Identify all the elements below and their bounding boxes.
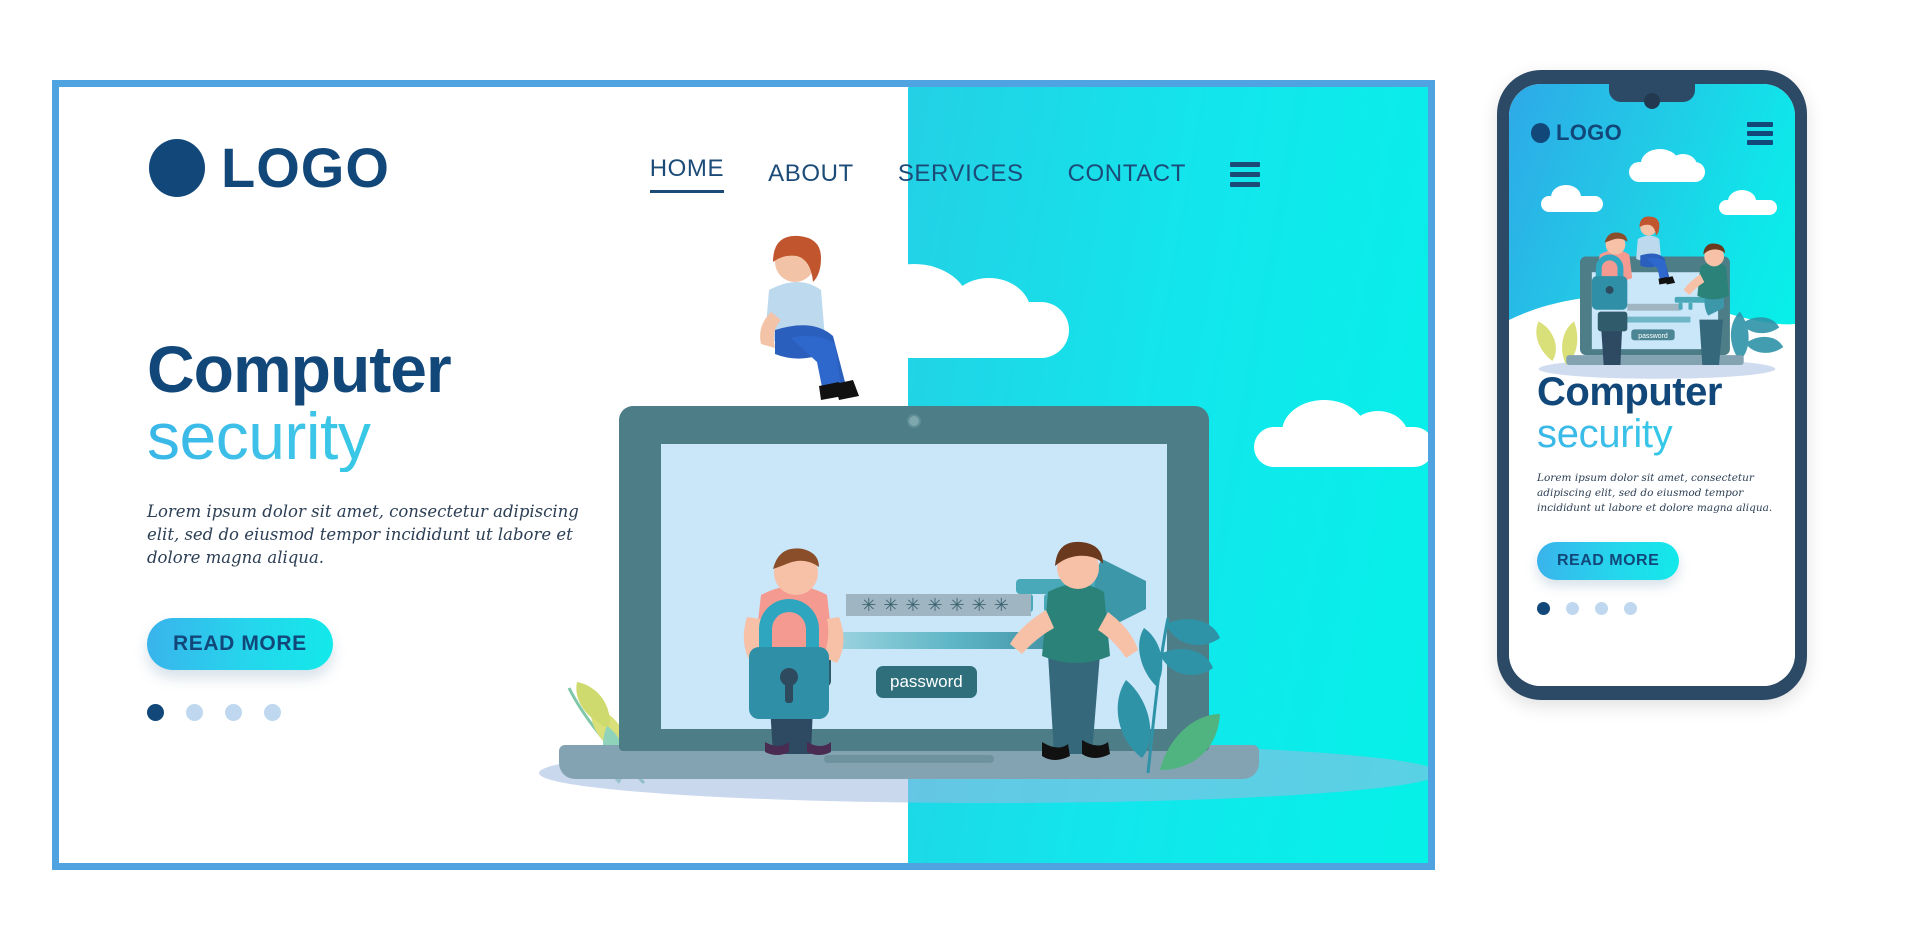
mobile-hamburger-icon[interactable] — [1747, 122, 1773, 145]
mobile-hero-paragraph: Lorem ipsum dolor sit amet, consectetur … — [1537, 471, 1773, 515]
mobile-carousel-dots — [1537, 602, 1777, 616]
hero-title-line1: Computer — [147, 332, 452, 406]
logo-circle-icon — [149, 138, 205, 197]
mobile-carousel-dot-3[interactable] — [1595, 602, 1608, 616]
hero-title-line2: security — [147, 401, 587, 472]
carousel-dots — [147, 703, 587, 721]
hero-section: Computer security Lorem ipsum dolor sit … — [147, 332, 587, 721]
carousel-dot-2[interactable] — [186, 703, 203, 721]
landing-page-mockup: ✳✳✳✳✳✳✳ password LOGO HOME ABOUT SERVICE… — [0, 0, 1920, 928]
carousel-dot-1[interactable] — [147, 703, 164, 721]
nav-item-about[interactable]: ABOUT — [768, 160, 854, 188]
main-navigation: HOME ABOUT SERVICES CONTACT — [649, 155, 1260, 193]
logo-label: LOGO — [221, 136, 390, 199]
read-more-button[interactable]: READ MORE — [147, 617, 333, 670]
desktop-mockup-frame: ✳✳✳✳✳✳✳ password LOGO HOME ABOUT SERVICE… — [52, 80, 1435, 870]
man-with-padlock-figure — [743, 548, 844, 755]
woman-sitting-figure — [760, 235, 859, 400]
nav-item-home[interactable]: HOME — [649, 155, 725, 193]
mobile-read-more-button[interactable]: READ MORE — [1537, 542, 1680, 581]
nav-item-contact[interactable]: CONTACT — [1068, 160, 1186, 188]
mobile-hero-title-line2: security — [1537, 412, 1777, 457]
mobile-screen: LOGO password Computer security Lorem ip… — [1509, 84, 1795, 686]
nav-item-services[interactable]: SERVICES — [898, 160, 1024, 188]
logo-circle-icon — [1531, 123, 1550, 143]
desktop-logo[interactable]: LOGO — [149, 135, 390, 200]
mobile-logo[interactable]: LOGO — [1531, 120, 1622, 146]
mobile-illustration-svg: password — [1536, 216, 1784, 379]
password-tooltip: password — [876, 666, 977, 698]
phone-notch — [1609, 84, 1695, 109]
mobile-carousel-dot-1[interactable] — [1537, 602, 1550, 616]
logo-label: LOGO — [1556, 120, 1622, 145]
phone-camera-icon — [1644, 93, 1660, 109]
carousel-dot-3[interactable] — [225, 703, 242, 721]
mobile-security-illustration: password — [1509, 194, 1795, 384]
hero-paragraph: Lorem ipsum dolor sit amet, consectetur … — [147, 501, 579, 568]
mobile-hero-title-line1: Computer — [1537, 370, 1722, 414]
mobile-password-tooltip-text: password — [1638, 333, 1668, 340]
mobile-carousel-dot-2[interactable] — [1566, 602, 1579, 616]
mobile-mockup-frame: LOGO password Computer security Lorem ip… — [1497, 70, 1807, 700]
carousel-dot-4[interactable] — [264, 703, 281, 721]
laptop-camera-icon — [907, 414, 921, 428]
hamburger-icon[interactable] — [1230, 161, 1260, 187]
cloud-icon — [1629, 149, 1705, 182]
mobile-hero-section: Computer security Lorem ipsum dolor sit … — [1537, 370, 1777, 616]
mobile-carousel-dot-4[interactable] — [1624, 602, 1637, 616]
leaf-decoration-right — [1117, 617, 1220, 774]
